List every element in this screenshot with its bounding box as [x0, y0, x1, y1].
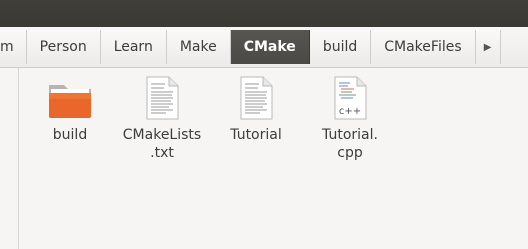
file-item-tutorial-cpp[interactable]: c++ Tutorial. cpp [305, 74, 395, 162]
file-item-build[interactable]: build [25, 74, 115, 144]
triangle-right-icon: ▶ [483, 41, 492, 53]
breadcrumb-label: m [0, 39, 14, 55]
breadcrumb-make[interactable]: Make [166, 30, 231, 64]
breadcrumb-build[interactable]: build [309, 30, 372, 64]
window-titlebar [0, 0, 528, 27]
breadcrumb-label: Person [39, 39, 87, 55]
path-bar: m Person Learn Make CMake build CMakeFil… [0, 27, 528, 68]
file-name: build [52, 127, 88, 143]
breadcrumb-scroll-right-button[interactable]: ▶ [475, 30, 501, 64]
file-view: build CMakeLists .txt Tutorial c++ Tutor… [19, 68, 528, 249]
text-file-icon [146, 76, 179, 120]
breadcrumb-label: CMakeFiles [384, 39, 462, 55]
sidebar [0, 68, 19, 249]
breadcrumb-label: Learn [113, 39, 153, 55]
svg-text:c++: c++ [339, 106, 361, 117]
file-item-cmakelists[interactable]: CMakeLists .txt [117, 74, 207, 162]
file-item-tutorial[interactable]: Tutorial [211, 74, 301, 144]
cpp-file-icon: c++ [334, 76, 367, 120]
breadcrumb-cmake[interactable]: CMake [230, 30, 310, 64]
breadcrumb-cmakefiles[interactable]: CMakeFiles [371, 30, 476, 64]
file-name: CMakeLists .txt [122, 127, 202, 161]
breadcrumb-label: build [322, 39, 358, 55]
breadcrumb-label: Make [179, 39, 217, 55]
file-name: Tutorial. cpp [322, 127, 378, 161]
text-file-icon [240, 76, 273, 120]
folder-icon [49, 85, 91, 118]
breadcrumb-label: CMake [243, 39, 296, 55]
file-name: Tutorial [230, 127, 282, 143]
breadcrumb-home[interactable]: m [0, 30, 27, 64]
breadcrumb-learn[interactable]: Learn [100, 30, 167, 64]
breadcrumb: m Person Learn Make CMake build CMakeFil… [0, 30, 501, 64]
breadcrumb-person[interactable]: Person [26, 30, 101, 64]
